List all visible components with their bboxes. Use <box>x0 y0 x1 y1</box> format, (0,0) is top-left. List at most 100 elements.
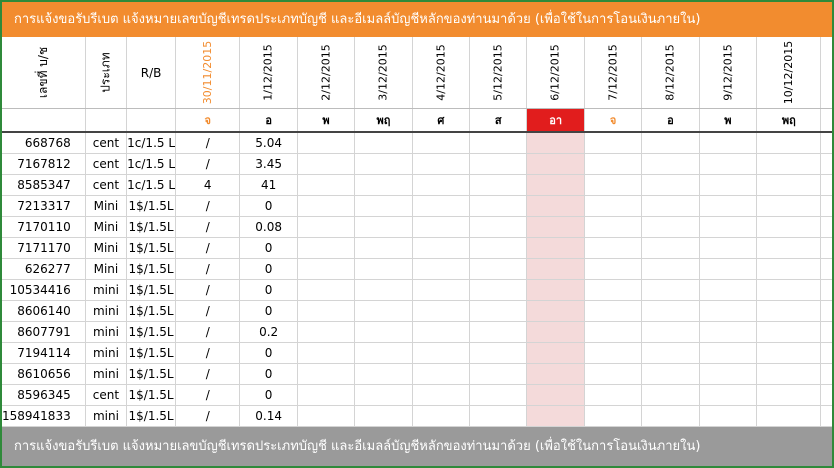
date-cell[interactable] <box>641 342 700 364</box>
date-cell[interactable]: / <box>175 342 241 364</box>
date-cell[interactable] <box>699 384 758 406</box>
date-cell[interactable]: / <box>175 405 241 427</box>
date-cell[interactable] <box>641 279 700 301</box>
date-cell[interactable] <box>412 363 471 385</box>
date-cell[interactable]: 0 <box>239 195 298 217</box>
date-cell[interactable] <box>354 342 413 364</box>
date-cell[interactable] <box>412 384 471 406</box>
date-cell[interactable] <box>820 279 832 301</box>
date-cell[interactable] <box>469 300 528 322</box>
date-cell[interactable] <box>756 279 822 301</box>
date-cell[interactable]: / <box>175 321 241 343</box>
date-cell[interactable] <box>354 384 413 406</box>
date-cell[interactable]: / <box>175 384 241 406</box>
date-cell[interactable] <box>584 300 643 322</box>
date-cell[interactable] <box>526 237 585 259</box>
rb-cell[interactable]: 1$/1.5L <box>126 300 177 322</box>
date-cell[interactable]: 4 <box>175 174 241 196</box>
type-cell[interactable]: cent <box>85 132 128 154</box>
date-cell[interactable] <box>584 216 643 238</box>
date-cell[interactable] <box>297 132 356 154</box>
date-cell[interactable] <box>297 300 356 322</box>
date-cell[interactable] <box>354 258 413 280</box>
date-cell[interactable] <box>469 279 528 301</box>
rb-cell[interactable]: 1$/1.5L <box>126 363 177 385</box>
date-cell[interactable] <box>297 195 356 217</box>
date-cell[interactable]: 5.04 <box>239 132 298 154</box>
date-cell[interactable] <box>820 363 832 385</box>
date-cell[interactable] <box>412 279 471 301</box>
date-cell[interactable] <box>469 258 528 280</box>
rb-cell[interactable]: 1$/1.5L <box>126 237 177 259</box>
rb-cell[interactable]: 1$/1.5L <box>126 258 177 280</box>
type-cell[interactable]: Mini <box>85 216 128 238</box>
date-cell[interactable] <box>584 132 643 154</box>
date-cell[interactable] <box>354 405 413 427</box>
date-cell[interactable] <box>584 195 643 217</box>
date-cell[interactable] <box>699 258 758 280</box>
date-cell[interactable] <box>820 195 832 217</box>
rb-cell[interactable]: 1c/1.5 L <box>126 132 177 154</box>
date-cell[interactable] <box>820 153 832 175</box>
date-cell[interactable] <box>584 258 643 280</box>
date-cell[interactable]: 0 <box>239 237 298 259</box>
date-cell[interactable]: / <box>175 216 241 238</box>
date-cell[interactable] <box>641 321 700 343</box>
date-cell[interactable] <box>820 405 832 427</box>
date-cell[interactable] <box>699 216 758 238</box>
date-cell[interactable] <box>699 321 758 343</box>
account-cell[interactable]: 668768 <box>2 132 86 154</box>
rb-cell[interactable]: 1c/1.5 L <box>126 174 177 196</box>
date-cell[interactable] <box>526 132 585 154</box>
date-cell[interactable] <box>820 174 832 196</box>
date-cell[interactable] <box>469 153 528 175</box>
type-cell[interactable]: mini <box>85 342 128 364</box>
date-cell[interactable] <box>412 216 471 238</box>
date-cell[interactable] <box>412 237 471 259</box>
date-cell[interactable] <box>469 174 528 196</box>
date-cell[interactable]: / <box>175 132 241 154</box>
date-cell[interactable] <box>297 258 356 280</box>
date-cell[interactable] <box>756 321 822 343</box>
date-cell[interactable] <box>297 279 356 301</box>
date-cell[interactable] <box>354 321 413 343</box>
date-cell[interactable] <box>641 384 700 406</box>
rb-cell[interactable]: 1$/1.5L <box>126 384 177 406</box>
date-cell[interactable] <box>412 300 471 322</box>
date-cell[interactable] <box>820 132 832 154</box>
date-cell[interactable] <box>584 237 643 259</box>
date-cell[interactable] <box>354 216 413 238</box>
type-cell[interactable]: Mini <box>85 237 128 259</box>
date-cell[interactable] <box>820 321 832 343</box>
date-cell[interactable] <box>584 342 643 364</box>
date-cell[interactable] <box>820 216 832 238</box>
date-cell[interactable] <box>584 279 643 301</box>
account-cell[interactable]: 7213317 <box>2 195 86 217</box>
date-cell[interactable] <box>641 153 700 175</box>
date-cell[interactable] <box>469 195 528 217</box>
date-cell[interactable] <box>354 363 413 385</box>
date-cell[interactable] <box>699 132 758 154</box>
date-cell[interactable] <box>584 363 643 385</box>
account-cell[interactable]: 158941833 <box>2 405 86 427</box>
date-cell[interactable]: 0.08 <box>239 216 298 238</box>
date-cell[interactable] <box>354 279 413 301</box>
date-cell[interactable]: / <box>175 153 241 175</box>
date-cell[interactable] <box>756 300 822 322</box>
date-cell[interactable]: / <box>175 300 241 322</box>
date-cell[interactable] <box>699 153 758 175</box>
date-cell[interactable]: 0.2 <box>239 321 298 343</box>
date-cell[interactable] <box>354 174 413 196</box>
date-cell[interactable] <box>641 237 700 259</box>
date-cell[interactable] <box>354 195 413 217</box>
date-cell[interactable] <box>526 153 585 175</box>
date-cell[interactable] <box>756 342 822 364</box>
date-cell[interactable] <box>412 321 471 343</box>
date-cell[interactable] <box>699 237 758 259</box>
date-cell[interactable] <box>469 132 528 154</box>
rb-cell[interactable]: 1c/1.5 L <box>126 153 177 175</box>
date-cell[interactable]: 41 <box>239 174 298 196</box>
date-cell[interactable] <box>699 363 758 385</box>
date-cell[interactable]: 0 <box>239 384 298 406</box>
date-cell[interactable]: 0 <box>239 300 298 322</box>
